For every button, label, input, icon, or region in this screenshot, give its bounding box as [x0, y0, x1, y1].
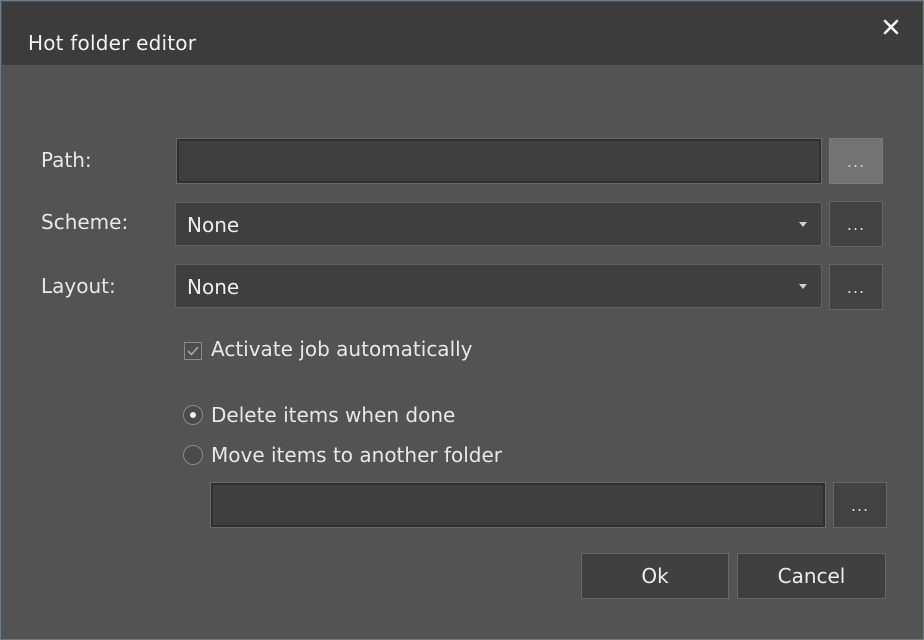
layout-label: Layout:	[41, 274, 116, 298]
move-folder-input[interactable]	[210, 482, 826, 528]
cancel-button[interactable]: Cancel	[737, 553, 886, 599]
activate-job-checkbox[interactable]	[184, 342, 202, 360]
delete-items-label: Delete items when done	[211, 403, 456, 427]
scheme-label: Scheme:	[41, 210, 129, 234]
window-title: Hot folder editor	[28, 31, 197, 55]
hot-folder-editor-dialog: Hot folder editor Path: ... Scheme: None…	[0, 0, 924, 640]
layout-select[interactable]: None	[175, 264, 822, 308]
activate-job-label: Activate job automatically	[211, 337, 473, 361]
layout-value: None	[187, 275, 240, 299]
move-items-label: Move items to another folder	[211, 443, 503, 467]
move-items-radio[interactable]	[183, 445, 203, 465]
title-bar: Hot folder editor	[2, 2, 922, 65]
checkmark-icon	[187, 346, 199, 356]
path-browse-button[interactable]: ...	[829, 138, 883, 184]
delete-items-radio[interactable]	[183, 405, 203, 425]
scheme-value: None	[187, 213, 240, 237]
scheme-select[interactable]: None	[175, 202, 822, 246]
chevron-down-icon	[799, 222, 807, 227]
path-label: Path:	[41, 148, 92, 172]
close-button[interactable]	[878, 14, 904, 40]
close-icon	[883, 19, 899, 35]
move-folder-browse-button[interactable]: ...	[833, 482, 887, 528]
scheme-browse-button[interactable]: ...	[829, 201, 883, 247]
path-input[interactable]	[176, 138, 822, 184]
ok-button[interactable]: Ok	[581, 553, 729, 599]
layout-browse-button[interactable]: ...	[829, 264, 883, 310]
chevron-down-icon	[799, 284, 807, 289]
